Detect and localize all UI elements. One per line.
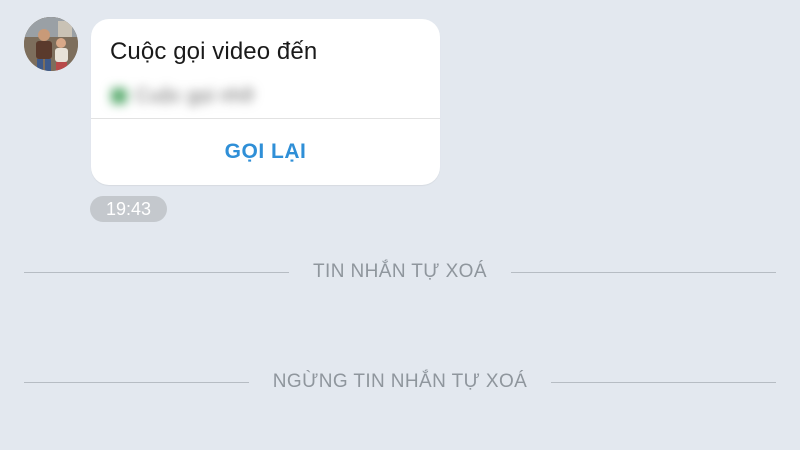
separator-label: TIN NHẮN TỰ XOÁ bbox=[313, 261, 487, 282]
call-card: Cuộc gọi video đến Cuộc gọi nhỡ GỌI LẠI bbox=[91, 19, 440, 185]
avatar[interactable] bbox=[24, 17, 78, 71]
self-destruct-off-separator: NGỪNG TIN NHẮN TỰ XOÁ bbox=[24, 367, 776, 397]
missed-call-icon bbox=[111, 88, 127, 104]
separator-line-left bbox=[24, 381, 249, 383]
call-title: Cuộc gọi video đến bbox=[110, 38, 318, 65]
call-back-button[interactable]: GỌI LẠI bbox=[91, 119, 440, 185]
self-destruct-on-separator: TIN NHẮN TỰ XOÁ bbox=[24, 257, 776, 287]
call-status-text: Cuộc gọi nhỡ bbox=[135, 84, 255, 107]
separator-line-right bbox=[551, 381, 776, 383]
separator-line-right bbox=[510, 271, 776, 273]
message-timestamp: 19:43 bbox=[90, 196, 167, 222]
separator-line-left bbox=[24, 271, 290, 273]
contact-photo-icon bbox=[24, 17, 78, 71]
call-status: Cuộc gọi nhỡ bbox=[111, 82, 255, 110]
separator-label: NGỪNG TIN NHẮN TỰ XOÁ bbox=[272, 371, 528, 392]
